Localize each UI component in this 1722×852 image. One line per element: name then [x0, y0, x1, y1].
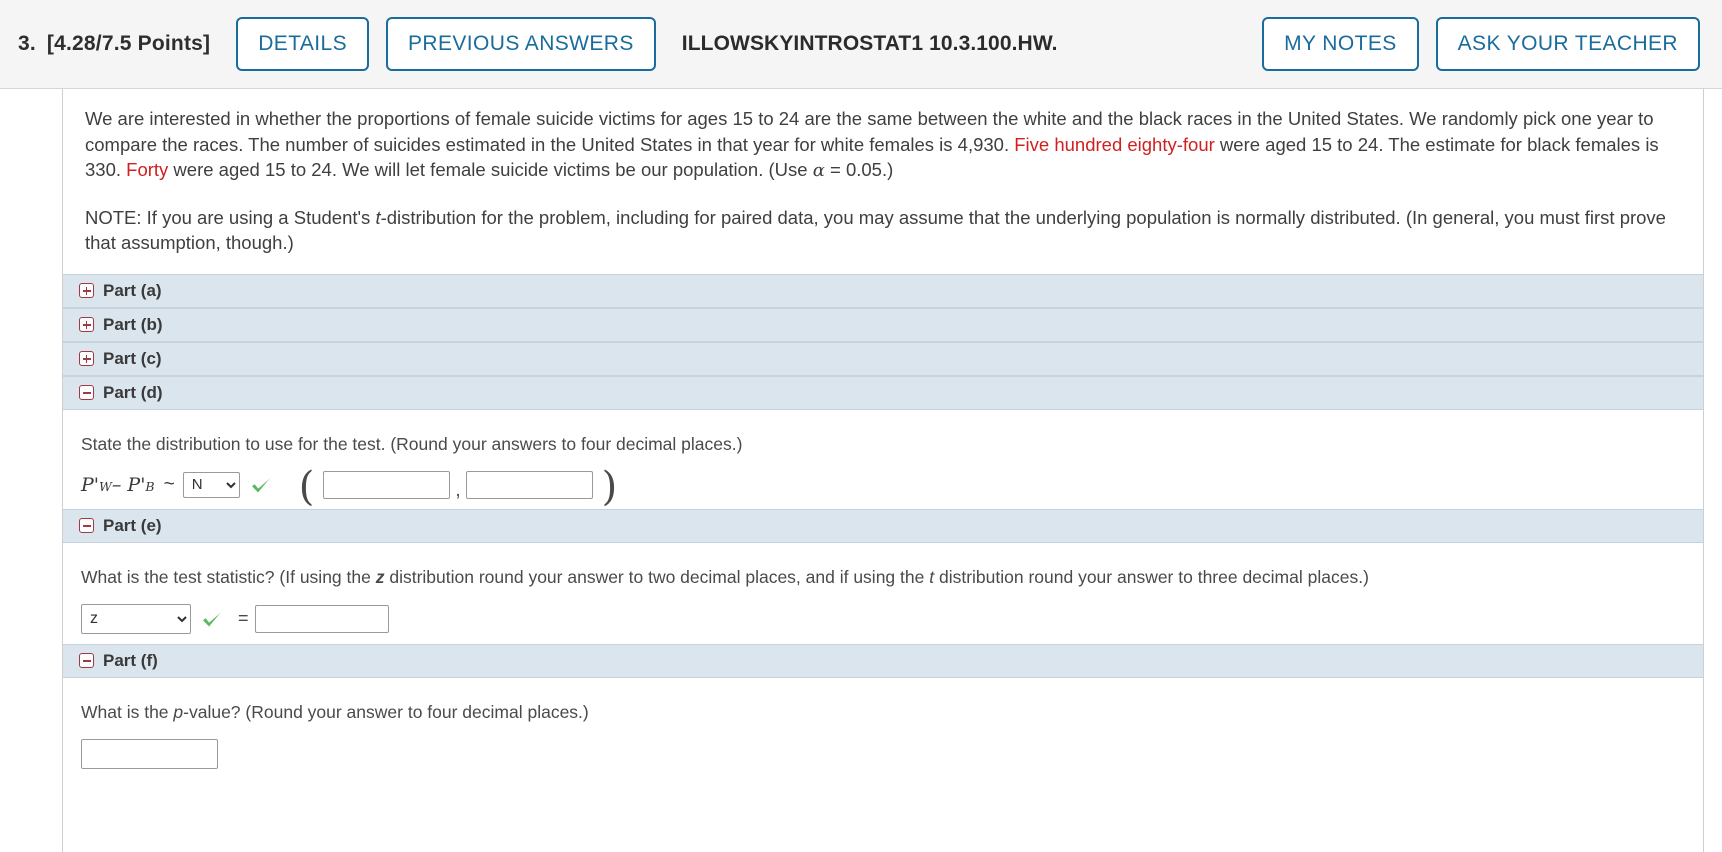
part-a-label: Part (a): [103, 280, 162, 300]
plus-icon[interactable]: [79, 317, 94, 332]
distribution-select[interactable]: N: [182, 471, 240, 498]
comma-separator: ,: [455, 479, 461, 501]
test-statistic-select[interactable]: z: [81, 603, 191, 634]
problem-statement: We are interested in whether the proport…: [63, 89, 1703, 256]
part-d-label: Part (d): [103, 382, 163, 402]
minus-icon[interactable]: [79, 385, 94, 400]
minus-icon[interactable]: [79, 518, 94, 533]
minus-icon[interactable]: [79, 653, 94, 668]
tilde-symbol: ~: [163, 473, 175, 495]
my-notes-button[interactable]: MY NOTES: [1262, 17, 1419, 71]
question-points: [4.28/7.5 Points]: [46, 32, 211, 55]
part-e-text-c: distribution round your answer to three …: [934, 566, 1369, 587]
header-actions: MY NOTES ASK YOUR TEACHER: [1262, 17, 1700, 71]
part-e-answer-input[interactable]: [254, 604, 389, 633]
correct-checkmark-icon: [249, 473, 273, 497]
part-f-label: Part (f): [103, 650, 158, 670]
part-a-header[interactable]: Part (a): [63, 273, 1703, 308]
alpha-symbol: α: [812, 160, 825, 181]
correct-checkmark-icon: [200, 607, 224, 631]
part-d-body: State the distribution to use for the te…: [63, 410, 1703, 509]
problem-highlight-1: Five hundred eighty-four: [1014, 133, 1215, 155]
part-d-sd-input[interactable]: [465, 470, 593, 499]
part-f-text-b: -value? (Round your answer to four decim…: [183, 701, 589, 722]
part-e-label: Part (e): [103, 515, 162, 535]
plus-icon[interactable]: [79, 283, 94, 298]
part-d-question: State the distribution to use for the te…: [81, 433, 743, 454]
formula-sub-w: W: [99, 478, 112, 494]
part-f-header[interactable]: Part (f): [63, 643, 1703, 678]
distribution-formula: P' W – P' B: [81, 474, 155, 496]
plus-icon[interactable]: [79, 351, 94, 366]
part-e-question: What is the test statistic? (If using th…: [81, 565, 1681, 589]
formula-sub-b: B: [145, 478, 155, 494]
question-content-frame: We are interested in whether the proport…: [62, 89, 1704, 852]
part-c-label: Part (c): [103, 348, 162, 368]
details-button[interactable]: DETAILS: [236, 17, 369, 71]
part-e-text-a: What is the test statistic? (If using th…: [81, 566, 376, 587]
equals-sign: =: [238, 608, 249, 628]
question-code: ILLOWSKYINTROSTAT1 10.3.100.HW.: [681, 32, 1058, 55]
formula-minus-pb: – P': [111, 473, 146, 496]
part-b-label: Part (b): [103, 314, 163, 334]
problem-highlight-2: Forty: [126, 159, 169, 180]
previous-answers-button[interactable]: PREVIOUS ANSWERS: [386, 17, 656, 71]
question-header-bar: 3. [4.28/7.5 Points] DETAILS PREVIOUS AN…: [0, 0, 1722, 89]
part-b-header[interactable]: Part (b): [63, 307, 1703, 342]
part-e-body: What is the test statistic? (If using th…: [63, 543, 1703, 644]
part-e-text-b: distribution round your answer to two de…: [384, 566, 930, 587]
part-f-body: What is the p-value? (Round your answer …: [63, 678, 1703, 779]
part-d-answer-row: P' W – P' B ~ N ( , ): [81, 467, 1681, 507]
part-f-question: What is the p-value? (Round your answer …: [81, 700, 1681, 724]
part-d-header[interactable]: Part (d): [63, 375, 1703, 410]
part-d-mean-input[interactable]: [323, 470, 451, 499]
part-c-header[interactable]: Part (c): [63, 341, 1703, 376]
part-e-header[interactable]: Part (e): [63, 508, 1703, 543]
part-f-text-a: What is the: [81, 701, 174, 722]
part-f-answer-row: [81, 738, 1681, 769]
formula-pw: P': [81, 473, 100, 496]
part-e-answer-row: z =: [81, 603, 1681, 634]
part-f-p-symbol: p: [173, 701, 184, 722]
note-text-a: NOTE: If you are using a Student's: [85, 206, 376, 228]
problem-text-c: were aged 15 to 24. We will let female s…: [168, 159, 813, 180]
question-number: 3.: [18, 32, 36, 55]
ask-your-teacher-button[interactable]: ASK YOUR TEACHER: [1435, 17, 1700, 71]
part-f-answer-input[interactable]: [81, 738, 218, 769]
problem-paragraph: We are interested in whether the proport…: [85, 106, 1681, 184]
problem-text-d: = 0.05.): [824, 159, 894, 180]
problem-note: NOTE: If you are using a Student's t-dis…: [85, 205, 1681, 256]
